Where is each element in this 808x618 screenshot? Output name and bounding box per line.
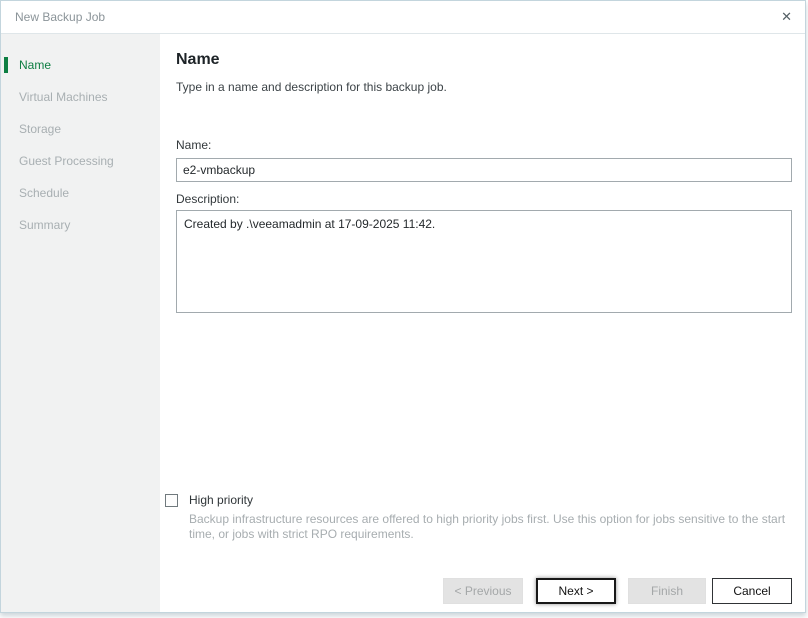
sidebar-item-label: Summary: [19, 218, 70, 232]
sidebar-item-label: Storage: [19, 122, 61, 136]
wizard-content-pane: Name Type in a name and description for …: [160, 34, 805, 612]
new-backup-job-dialog: New Backup Job ✕ Name Virtual Machines S…: [0, 0, 806, 613]
job-description-textarea[interactable]: Created by .\veeamadmin at 17-09-2025 11…: [176, 210, 792, 313]
wizard-footer: < Previous Next > Finish Cancel: [443, 578, 792, 604]
job-description-label: Description:: [176, 192, 239, 206]
sidebar-item-guest-processing[interactable]: Guest Processing: [1, 145, 160, 177]
job-name-input[interactable]: [176, 158, 792, 182]
sidebar-item-summary[interactable]: Summary: [1, 209, 160, 241]
dialog-body: Name Virtual Machines Storage Guest Proc…: [1, 34, 805, 612]
sidebar-item-virtual-machines[interactable]: Virtual Machines: [1, 81, 160, 113]
sidebar-item-label: Guest Processing: [19, 154, 114, 168]
sidebar-item-label: Name: [19, 58, 51, 72]
sidebar-item-name[interactable]: Name: [1, 49, 160, 81]
previous-button[interactable]: < Previous: [443, 578, 523, 604]
page-subtitle: Type in a name and description for this …: [176, 80, 447, 94]
title-bar: New Backup Job ✕: [1, 1, 805, 34]
sidebar-item-schedule[interactable]: Schedule: [1, 177, 160, 209]
cancel-button[interactable]: Cancel: [712, 578, 792, 604]
high-priority-checkbox[interactable]: [165, 494, 178, 507]
high-priority-description: Backup infrastructure resources are offe…: [189, 512, 806, 542]
wizard-steps-sidebar: Name Virtual Machines Storage Guest Proc…: [1, 34, 160, 612]
sidebar-item-label: Virtual Machines: [19, 90, 108, 104]
window-title: New Backup Job: [15, 1, 105, 33]
sidebar-item-storage[interactable]: Storage: [1, 113, 160, 145]
high-priority-label[interactable]: High priority: [189, 493, 253, 507]
finish-button[interactable]: Finish: [628, 578, 706, 604]
job-name-label: Name:: [176, 138, 211, 152]
close-icon[interactable]: ✕: [781, 1, 792, 33]
page-title: Name: [176, 51, 220, 69]
sidebar-item-label: Schedule: [19, 186, 69, 200]
next-button[interactable]: Next >: [536, 578, 616, 604]
